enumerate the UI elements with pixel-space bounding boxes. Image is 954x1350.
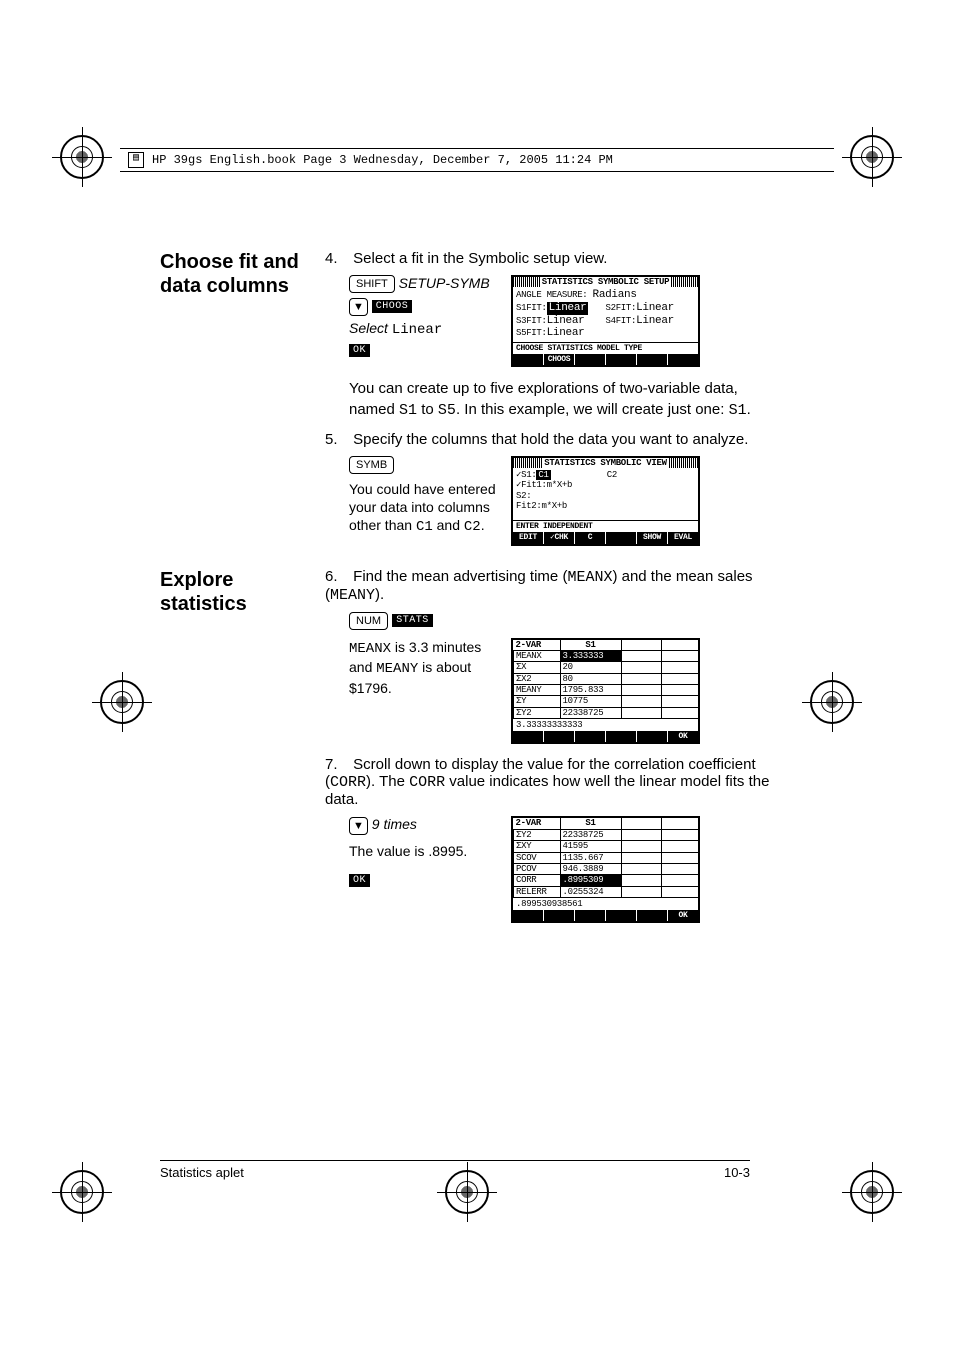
ok-softkey: OK [349, 874, 370, 887]
step-text: Select a fit in the Symbolic setup view. [353, 250, 607, 267]
step-text: Specify the columns that hold the data y… [353, 431, 748, 448]
step-7: 7. Scroll down to display the value for … [325, 756, 780, 923]
step-6: 6. Find the mean advertising time (MEANX… [325, 568, 780, 745]
step-4: 4. Select a fit in the Symbolic setup vi… [325, 250, 780, 421]
footer-right: 10-3 [724, 1165, 750, 1180]
footer-left: Statistics aplet [160, 1165, 244, 1180]
page-header: ▤ HP 39gs English.book Page 3 Wednesday,… [120, 148, 834, 172]
section-heading-explore: Explore statistics [160, 568, 325, 936]
step4-after: You can create up to five explorations o… [349, 379, 780, 421]
screen-symbolic-view: STATISTICS SYMBOLIC VIEW ✓S1:C1 C2 ✓Fit1… [511, 456, 700, 546]
repeat-label: 9 times [372, 816, 417, 832]
page-footer: Statistics aplet 10-3 [160, 1160, 750, 1180]
setup-symb-label: SETUP-SYMB [399, 275, 490, 291]
cursor-down-key: ▼ [349, 817, 368, 835]
step-number: 5. [325, 431, 349, 448]
symb-key: SYMB [349, 456, 394, 474]
select-label: Select [349, 320, 388, 336]
num-key: NUM [349, 612, 388, 630]
step7-value: The value is .8995. [349, 843, 499, 859]
header-text: HP 39gs English.book Page 3 Wednesday, D… [152, 153, 613, 167]
select-value: Linear [392, 322, 442, 338]
step-5: 5. Specify the columns that hold the dat… [325, 431, 780, 546]
screen-stats-1: 2-VARS1 MEANX3.333333 ΣX20 ΣX280 MEANY17… [511, 638, 700, 745]
crop-mark [60, 135, 104, 179]
crop-mark [850, 135, 894, 179]
cursor-down-key: ▼ [349, 298, 368, 316]
crop-mark [850, 1170, 894, 1214]
crop-mark [100, 680, 144, 724]
book-icon: ▤ [128, 152, 144, 168]
screen-symbolic-setup: STATISTICS SYMBOLIC SETUP ANGLE MEASURE:… [511, 275, 700, 367]
crop-mark [810, 680, 854, 724]
shift-key: SHIFT [349, 275, 395, 293]
stats-softkey: STATS [392, 614, 433, 627]
choos-softkey: CHOOS [372, 300, 413, 313]
section-heading-fit: Choose fit and data columns [160, 250, 325, 558]
step-number: 7. [325, 756, 349, 773]
crop-mark [60, 1170, 104, 1214]
screen-stats-2: 2-VARS1 ΣY222338725 ΣXY41595 SCOV1135.66… [511, 816, 700, 923]
ok-softkey: OK [349, 344, 370, 357]
step-number: 6. [325, 568, 349, 585]
step-number: 4. [325, 250, 349, 267]
